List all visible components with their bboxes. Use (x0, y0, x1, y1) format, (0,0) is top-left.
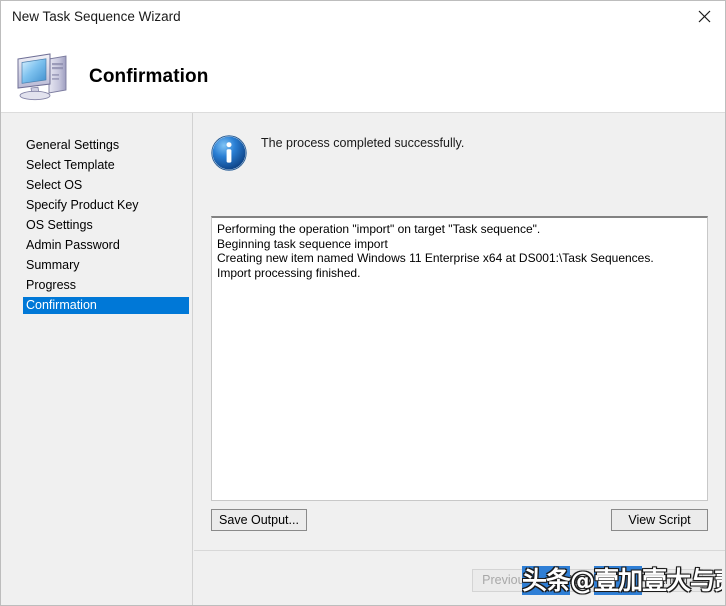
sidebar-item-confirmation[interactable]: Confirmation (23, 297, 189, 314)
title-bar: New Task Sequence Wizard (1, 1, 726, 32)
sidebar-item-summary[interactable]: Summary (23, 257, 189, 274)
previous-button[interactable]: Previous (472, 569, 541, 592)
output-log-box[interactable]: Performing the operation "import" on tar… (211, 216, 708, 501)
new-task-sequence-wizard-window: New Task Sequence Wizard (0, 0, 726, 606)
wizard-steps-sidebar: General Settings Select Template Select … (1, 113, 193, 606)
sidebar-item-general-settings[interactable]: General Settings (23, 137, 189, 154)
sidebar-item-select-os[interactable]: Select OS (23, 177, 189, 194)
view-script-button[interactable]: View Script (611, 509, 708, 531)
wizard-footer: Previous Next Cancel (194, 550, 726, 606)
sidebar-item-admin-password[interactable]: Admin Password (23, 237, 189, 254)
sidebar-item-progress[interactable]: Progress (23, 277, 189, 294)
wizard-body: General Settings Select Template Select … (1, 112, 726, 606)
status-message: The process completed successfully. (261, 136, 464, 150)
page-title: Confirmation (89, 66, 208, 88)
info-icon (210, 134, 248, 172)
next-button[interactable]: Next (547, 569, 616, 592)
sidebar-item-os-settings[interactable]: OS Settings (23, 217, 189, 234)
sidebar-item-specify-product-key[interactable]: Specify Product Key (23, 197, 189, 214)
sidebar-item-select-template[interactable]: Select Template (23, 157, 189, 174)
wizard-content-panel: The process completed successfully. Perf… (194, 113, 726, 606)
close-button[interactable] (682, 1, 726, 32)
computer-icon (14, 49, 72, 101)
save-output-button[interactable]: Save Output... (211, 509, 307, 531)
close-icon (698, 10, 711, 23)
output-log-text: Performing the operation "import" on tar… (217, 222, 703, 280)
wizard-header: Confirmation (1, 32, 726, 112)
cancel-button[interactable]: Cancel (634, 569, 703, 592)
window-title: New Task Sequence Wizard (12, 9, 181, 24)
